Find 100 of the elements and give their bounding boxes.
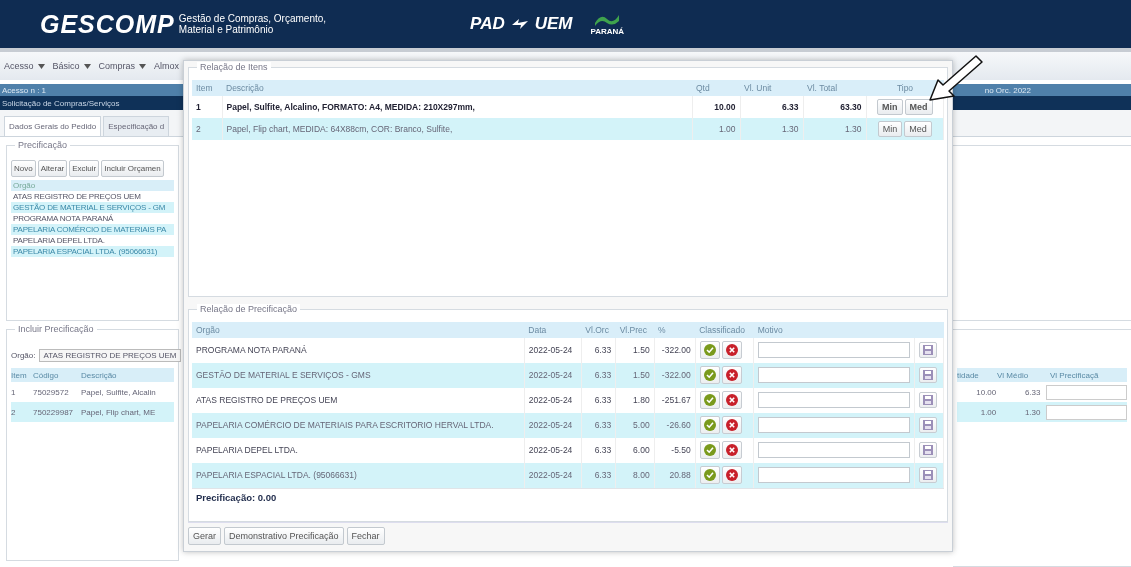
table-cell: PAPELARIA DEPEL LTDA.	[192, 437, 525, 463]
save-button[interactable]	[918, 417, 937, 434]
reject-button[interactable]	[721, 441, 742, 460]
save-button[interactable]	[918, 442, 937, 459]
tab[interactable]: Especificação d	[103, 116, 170, 136]
caret-icon	[139, 63, 147, 69]
check-icon	[703, 444, 716, 457]
table-cell: GESTÃO DE MATERIAL E SERVIÇOS - GMS	[192, 362, 525, 388]
approve-button[interactable]	[699, 441, 720, 460]
field-label: Orgão:	[11, 350, 36, 360]
caret-icon	[37, 63, 45, 69]
approve-button[interactable]	[699, 391, 720, 410]
table-cell: ATAS REGISTRO DE PREÇOS UEM	[192, 387, 525, 413]
dialog-button[interactable]: Demonstrativo Precificação	[224, 527, 344, 545]
table-cell-text: 10.00	[975, 387, 997, 397]
reject-button[interactable]	[721, 341, 742, 360]
save-button[interactable]	[918, 367, 937, 384]
table-cell: -5.50	[654, 437, 696, 463]
reason-input[interactable]	[757, 342, 910, 359]
table-cell-text: 75029572	[33, 387, 70, 397]
reject-button[interactable]	[721, 366, 742, 385]
close-icon	[725, 369, 738, 382]
column-header: %	[654, 321, 696, 338]
table-cell: 6.33	[581, 362, 616, 388]
save-button[interactable]	[918, 467, 937, 484]
table-cell: 1.50	[615, 337, 655, 363]
approve-button[interactable]	[699, 466, 720, 485]
save-button[interactable]	[918, 392, 937, 409]
approve-button[interactable]	[699, 341, 720, 360]
toolbar-button[interactable]: Novo	[11, 160, 36, 177]
table-row[interactable]: 10.00 6.33	[957, 382, 1127, 402]
reason-input[interactable]	[757, 392, 910, 409]
close-icon	[725, 469, 738, 482]
column-header: Item	[11, 370, 28, 380]
table-cell: 1.30	[740, 118, 803, 140]
app-subtitle: Gestão de Compras, Orçamento,	[178, 13, 327, 24]
input-field[interactable]	[1046, 404, 1127, 420]
dialog-button[interactable]: Gerar	[188, 527, 221, 545]
table-cell: 6.33	[581, 387, 616, 413]
column-header: Orgão	[192, 321, 525, 338]
tab[interactable]: Dados Gerais do Pedido	[4, 116, 102, 136]
close-icon	[725, 444, 738, 457]
reject-button[interactable]	[721, 391, 742, 410]
reject-button[interactable]	[721, 466, 742, 485]
swoosh-icon	[510, 17, 529, 31]
list-item[interactable]: PAPELARIA COMÉRCIO DE MATERIAIS PA	[11, 224, 174, 235]
column-header: Classificado	[695, 321, 754, 338]
approve-button[interactable]	[699, 366, 720, 385]
app-subtitle: Material e Patrimônio	[178, 24, 275, 35]
table-cell: 1.00	[692, 118, 740, 140]
table-row[interactable]: 2 Papel, Flip chart, MEDIDA: 64X88cm, COR: Branco, Sulfite, 1.00 1.30 1.30 Min Med	[192, 118, 944, 140]
check-icon	[703, 369, 716, 382]
total-label: Precificação: 0.00	[192, 487, 944, 506]
table-cell: 1.30	[803, 118, 866, 140]
reason-input[interactable]	[757, 467, 910, 484]
toolbar-button[interactable]: Excluir	[69, 160, 100, 177]
table-cell: 5.00	[615, 412, 655, 438]
table-row[interactable]: 1.00 1.30	[957, 402, 1127, 422]
reason-input[interactable]	[757, 442, 910, 459]
table-row[interactable]: 2 750229987 Papel, Flip chart, ME	[11, 402, 174, 422]
table-cell: 6.00	[615, 437, 655, 463]
list-item[interactable]: PAPELARIA DEPEL LTDA.	[11, 235, 174, 246]
table-cell: 2022-05-24	[524, 337, 582, 363]
column-header: Item	[192, 80, 222, 96]
input-field[interactable]	[1046, 384, 1127, 400]
list-item[interactable]: GESTÃO DE MATERIAL E SERVIÇOS - GM	[11, 202, 174, 213]
type-button[interactable]: Med	[904, 121, 932, 137]
menu-item[interactable]: Acesso	[4, 61, 45, 71]
select-field[interactable]: ATAS REGISTRO DE PREÇOS UEM	[39, 348, 181, 362]
menu-item[interactable]: Básico	[52, 61, 91, 71]
caret-icon	[83, 63, 91, 69]
list-item[interactable]: PAPELARIA ESPACIAL LTDA. (95066631)	[11, 246, 174, 257]
menu-item[interactable]: Almox	[154, 61, 180, 71]
type-button[interactable]: Med	[904, 99, 933, 115]
toolbar-button[interactable]: Incluir Orçamen	[101, 160, 164, 177]
check-icon	[703, 469, 716, 482]
table-cell-text: 6.33	[1023, 387, 1041, 397]
column-header: Vl. Unit	[740, 80, 803, 96]
reason-input[interactable]	[757, 417, 910, 434]
approve-button[interactable]	[699, 416, 720, 435]
table-row[interactable]: 1 75029572 Papel, Sulfite, Alcalin	[11, 382, 174, 402]
close-icon	[725, 419, 738, 432]
list-item[interactable]: PROGRAMA NOTA PARANÁ	[11, 213, 174, 224]
reject-button[interactable]	[721, 416, 742, 435]
table-cell: 20.88	[654, 462, 696, 488]
panel-legend: Incluir Precificação	[15, 324, 97, 334]
menu-item[interactable]: Compras	[98, 61, 147, 71]
toolbar-button[interactable]: Alterar	[37, 160, 68, 177]
dialog-button[interactable]: Fechar	[346, 527, 385, 545]
type-button[interactable]: Min	[877, 99, 903, 115]
list-item[interactable]: ATAS REGISTRO DE PREÇOS UEM	[11, 191, 174, 202]
table-cell-text: 2	[11, 407, 17, 417]
save-icon	[922, 420, 933, 431]
save-button[interactable]	[918, 342, 937, 359]
reason-input[interactable]	[757, 367, 910, 384]
column-header: Data	[524, 321, 582, 338]
table-cell: 2022-05-24	[524, 437, 582, 463]
check-icon	[703, 344, 716, 357]
table-cell-text: 750229987	[33, 407, 75, 417]
type-button[interactable]: Min	[877, 121, 903, 137]
